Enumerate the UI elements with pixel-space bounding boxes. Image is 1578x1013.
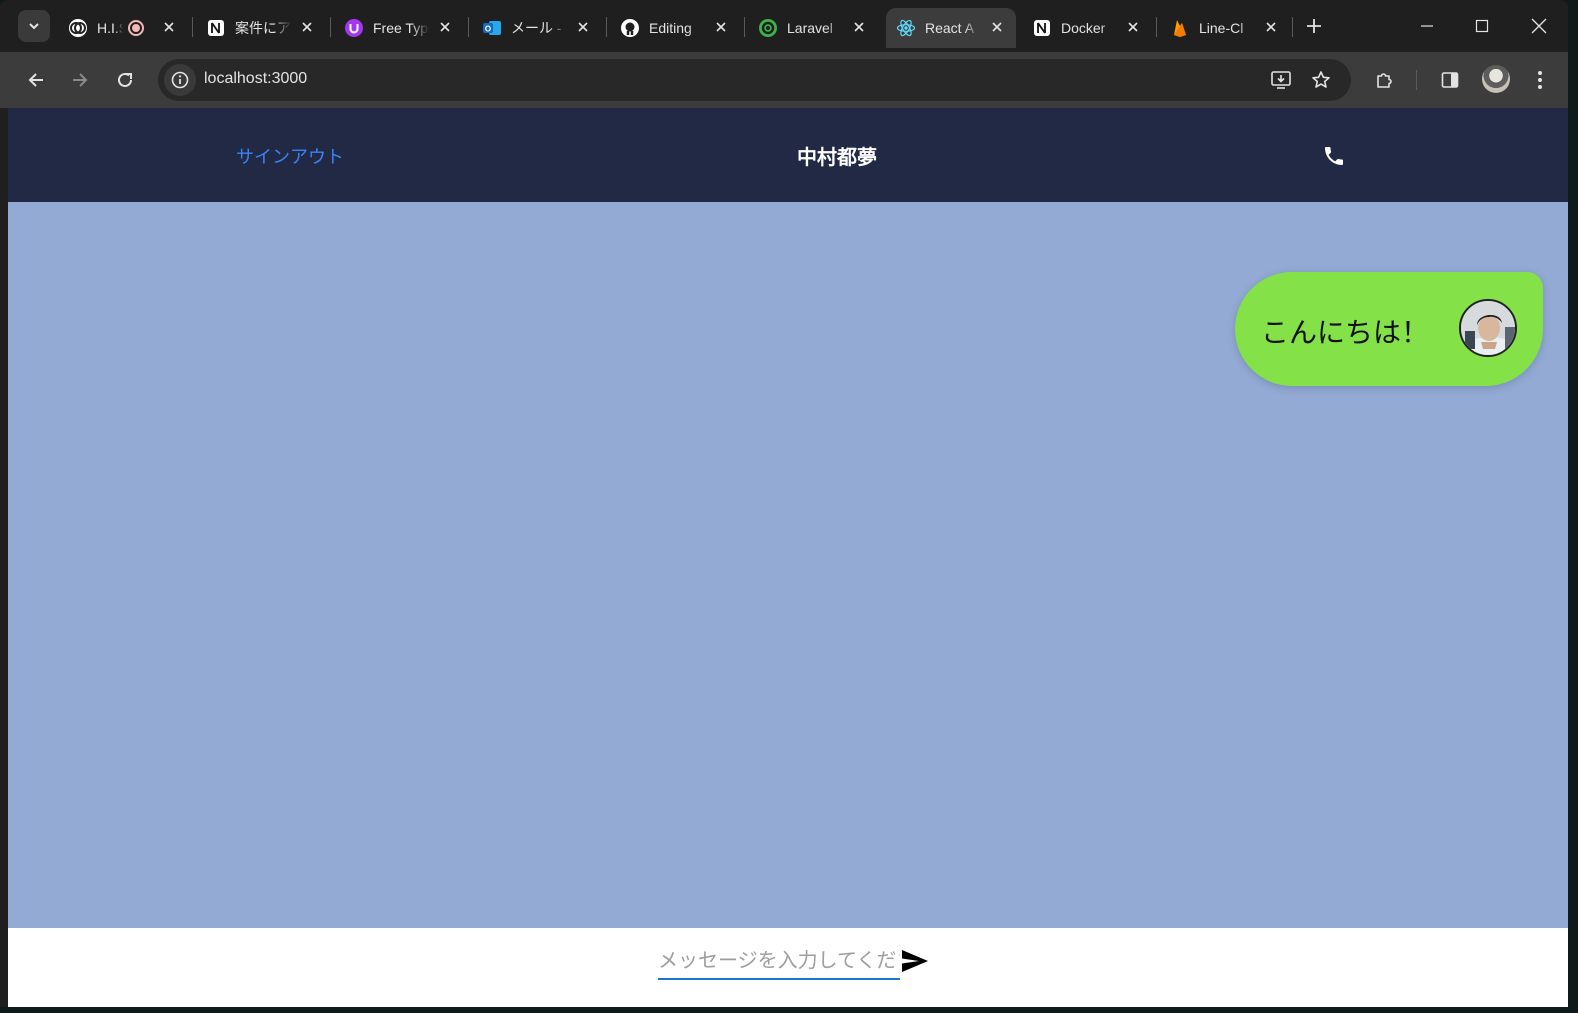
side-panel-button[interactable]	[1432, 62, 1468, 98]
tab-title: 案件にア	[235, 20, 291, 36]
tab-close-icon[interactable]	[1262, 18, 1280, 36]
more-vertical-icon	[1538, 71, 1542, 89]
firebase-icon	[1170, 18, 1190, 38]
puzzle-icon	[1377, 73, 1392, 88]
install-icon	[1271, 71, 1291, 89]
side-panel-icon	[1441, 72, 1459, 88]
chevron-down-icon	[29, 23, 39, 30]
maximize-button[interactable]	[1459, 8, 1505, 44]
bookmark-button[interactable]	[1305, 64, 1337, 96]
minimize-icon	[1421, 25, 1433, 27]
udemy-icon	[344, 18, 364, 38]
tab-close-icon[interactable]	[160, 18, 178, 36]
chat-page: サインアウト 中村都夢 こんにちは！	[8, 108, 1568, 1007]
tab-title: Docker	[1061, 20, 1106, 36]
url-text[interactable]: localhost:3000	[204, 70, 307, 88]
address-bar[interactable]: localhost:3000	[158, 59, 1351, 101]
toolbar-divider	[1416, 70, 1417, 90]
tab-free-typing[interactable]: Free Typ	[334, 8, 464, 48]
message-bubble: こんにちは！	[1235, 272, 1543, 386]
site-info-button[interactable]	[164, 64, 196, 96]
tab-strip: H.I.S 案件にア Free Typ	[0, 0, 1568, 52]
close-icon	[1531, 18, 1547, 34]
laravel-icon	[758, 18, 778, 38]
tab-close-icon[interactable]	[850, 18, 868, 36]
forward-button[interactable]	[62, 62, 98, 98]
browser-menu-button[interactable]	[1522, 62, 1558, 98]
tab-outlook-mail[interactable]: O メール - Z	[472, 8, 602, 48]
tab-separator	[192, 17, 193, 37]
tab-notion-cases[interactable]: 案件にア	[196, 8, 326, 48]
tab-separator	[330, 17, 331, 37]
tab-separator	[1292, 17, 1293, 37]
outlook-icon: O	[482, 18, 502, 38]
notion-icon	[1032, 18, 1052, 38]
arrow-right-icon	[73, 73, 88, 87]
tab-separator	[468, 17, 469, 37]
svg-text:O: O	[485, 25, 491, 34]
send-button[interactable]	[900, 948, 930, 974]
call-button[interactable]	[1320, 142, 1348, 170]
chat-header: サインアウト 中村都夢	[8, 108, 1568, 202]
tab-notion-docker[interactable]: Docker	[1022, 8, 1152, 48]
extensions-button[interactable]	[1366, 62, 1402, 98]
star-icon	[1312, 71, 1330, 88]
tab-title: Laravel	[787, 20, 833, 36]
message-input[interactable]	[658, 942, 900, 980]
phone-icon	[1325, 147, 1343, 165]
his-logo-icon	[68, 18, 88, 38]
tab-title: Line-Cl	[1199, 20, 1244, 36]
plus-icon	[1307, 19, 1321, 33]
tab-react-app[interactable]: React A	[886, 8, 1016, 48]
tab-separator	[606, 17, 607, 37]
reload-icon	[118, 72, 132, 87]
message-text: こんにちは！	[1261, 316, 1430, 349]
reload-button[interactable]	[107, 62, 143, 98]
info-icon	[171, 71, 189, 89]
user-avatar	[1459, 299, 1517, 357]
maximize-icon	[1475, 19, 1489, 33]
tab-firebase-line-clone[interactable]: Line-Cl	[1160, 8, 1290, 48]
tab-close-icon[interactable]	[436, 18, 454, 36]
github-icon	[620, 18, 640, 38]
tab-separator	[744, 17, 745, 37]
notion-icon	[206, 18, 226, 38]
tab-close-icon[interactable]	[298, 18, 316, 36]
tab-close-icon[interactable]	[712, 18, 730, 36]
tab-github-editing[interactable]: Editing	[610, 8, 740, 48]
tab-separator	[1156, 17, 1157, 37]
tab-title: Free Typ	[373, 20, 428, 36]
recording-icon	[127, 19, 145, 37]
tab-title: H.I.S	[97, 20, 123, 36]
arrow-left-icon	[28, 73, 43, 87]
tab-title: React A	[925, 20, 975, 36]
tab-title: メール - Z	[511, 20, 567, 36]
send-icon	[902, 950, 928, 972]
tab-close-icon[interactable]	[1124, 18, 1142, 36]
browser-window: H.I.S 案件にア Free Typ	[0, 0, 1568, 1007]
browser-toolbar: localhost:3000	[0, 52, 1568, 108]
tab-title: Editing	[649, 20, 692, 36]
back-button[interactable]	[18, 62, 54, 98]
tab-search-button[interactable]	[18, 10, 50, 42]
new-tab-button[interactable]	[1300, 12, 1328, 40]
tab-close-icon[interactable]	[988, 18, 1006, 36]
message-composer	[8, 928, 1568, 1007]
tab-laravel[interactable]: Laravel	[748, 8, 878, 48]
tab-close-icon[interactable]	[574, 18, 592, 36]
close-window-button[interactable]	[1516, 8, 1562, 44]
profile-avatar[interactable]	[1482, 65, 1510, 93]
install-app-button[interactable]	[1265, 64, 1297, 96]
react-icon	[896, 18, 916, 38]
minimize-button[interactable]	[1404, 8, 1450, 44]
tab-his[interactable]: H.I.S	[58, 8, 188, 48]
